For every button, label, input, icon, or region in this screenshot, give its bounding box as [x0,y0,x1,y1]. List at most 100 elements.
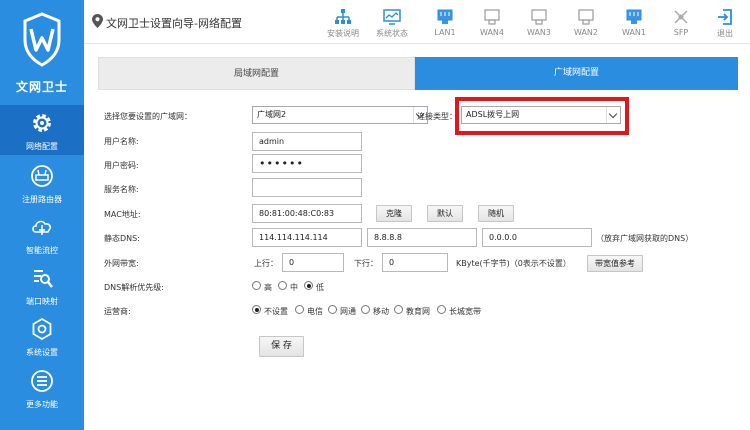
isp-netcom-radio[interactable] [328,305,337,314]
settings-icon [32,317,52,341]
sidebar-item-flow-control[interactable]: 智能流控 [0,209,84,259]
wan-select-label: 选择您要设置的广域网： [104,112,192,121]
logout-icon [718,9,732,25]
network-topology-icon [335,9,351,24]
gear-icon [33,114,51,132]
username-input[interactable]: admin [252,132,362,151]
sidebar-item-label: 端口映射 [26,297,58,306]
priority-low-radio[interactable] [304,281,313,290]
toolbar-label: 安装说明 [327,29,359,38]
monitor-icon [383,9,401,25]
wan-port-icon [626,9,642,24]
isp-option-label: 网通 [340,307,356,316]
toolbar-label: SFP [673,28,689,37]
sidebar-item-label: 更多功能 [26,400,58,409]
mac-label: MAC地址: [104,210,141,219]
sidebar-item-port-mapping[interactable]: 端口映射 [0,260,84,310]
sfp-icon [674,10,688,24]
toolbar-wan3[interactable]: WAN3 [520,8,558,38]
router-icon [31,165,53,187]
sidebar-item-label: 注册路由器 [22,195,62,204]
isp-option-label: 移动 [373,307,389,316]
toolbar-label: WAN2 [573,28,599,37]
sidebar-item-label: 系统设置 [26,348,58,357]
sidebar-item-register-router[interactable]: 注册路由器 [0,158,84,208]
isp-option-label: 教育网 [406,307,430,316]
flow-control-icon [32,220,52,235]
port-mapping-icon [34,270,53,288]
isp-mobile-radio[interactable] [361,305,370,314]
sidebar-item-network-config[interactable]: 网络配置 [0,105,84,155]
download-label: 下行： [354,259,378,268]
service-name-input[interactable] [252,178,362,197]
header: 文网卫士设置向导-网络配置 安装说明 系统状态 LAN1 WAN4 WAN3 W… [84,0,750,44]
sidebar-item-system-settings[interactable]: 系统设置 [0,311,84,361]
isp-option-label: 不设置 [264,307,288,316]
app-window: 文网卫士 网络配置 注册路由器 智能流控 端口映射 系统设置 更多功能 文网卫士… [0,0,750,430]
upload-input[interactable]: 0 [282,253,344,272]
config-tabs: 局域网配置 广域网配置 [98,57,738,90]
toolbar-sfp[interactable]: SFP [662,8,700,38]
username-label: 用户名称: [104,137,139,146]
wan-port-icon [484,9,500,25]
lan-port-icon [437,9,453,24]
highlight-box [455,97,629,135]
toolbar-label: WAN4 [479,28,505,37]
location-pin-icon [92,14,103,28]
wan-select[interactable]: 广域网2 [252,106,428,124]
sidebar-item-more[interactable]: 更多功能 [0,363,84,413]
isp-edu-radio[interactable] [394,305,403,314]
logo-text: 文网卫士 [15,80,68,94]
toolbar-label: WAN3 [526,28,552,37]
toolbar-label: 退出 [717,29,733,38]
app-logo: 文网卫士 [0,0,84,100]
wan-port-icon [531,9,547,25]
toolbar-label: WAN1 [621,28,647,37]
upload-label: 上行： [254,259,278,268]
sidebar-item-label: 智能流控 [26,246,58,255]
bandwidth-note: KByte(千字节)（0表示不设置） [456,259,571,268]
priority-high-radio[interactable] [252,281,261,290]
clone-mac-button[interactable]: 克隆 [376,205,412,222]
isp-none-radio[interactable] [252,305,261,314]
tab-lan-config[interactable]: 局域网配置 [98,57,415,90]
isp-great-wall-radio[interactable] [437,305,446,314]
conn-type-label: 连接类型： [417,112,457,121]
priority-option-label: 高 [264,283,272,292]
wan-port-icon [578,9,594,25]
toolbar-label: LAN1 [434,28,456,37]
page-title: 文网卫士设置向导-网络配置 [106,17,242,30]
default-mac-button[interactable]: 默认 [427,205,463,222]
dns-note: （放弃广域网获取的DNS） [596,234,694,243]
main-content: 文网卫士设置向导-网络配置 安装说明 系统状态 LAN1 WAN4 WAN3 W… [84,0,750,430]
toolbar-logout[interactable]: 退出 [706,8,744,38]
toolbar-label: 系统状态 [376,29,408,38]
save-button[interactable]: 保 存 [259,336,304,357]
priority-medium-radio[interactable] [278,281,287,290]
dns3-input[interactable]: 0.0.0.0 [482,228,592,247]
more-menu-icon [31,370,53,392]
password-label: 用户密码: [104,161,139,170]
download-input[interactable]: 0 [382,253,448,272]
mac-input[interactable]: 80:81:00:48:C0:83 [252,204,362,223]
sidebar: 文网卫士 网络配置 注册路由器 智能流控 端口映射 系统设置 更多功能 [0,0,84,430]
priority-option-label: 低 [316,283,324,292]
toolbar-install-guide[interactable]: 安装说明 [324,8,362,38]
dns1-input[interactable]: 114.114.114.114 [252,228,362,247]
toolbar-wan4[interactable]: WAN4 [473,8,511,38]
password-input[interactable]: •••••• [252,154,362,173]
bandwidth-reference-button[interactable]: 带宽值参考 [587,255,643,272]
tab-wan-config[interactable]: 广域网配置 [415,57,738,90]
service-name-label: 服务名称: [104,185,139,194]
dns2-input[interactable]: 8.8.8.8 [367,228,477,247]
shield-logo-icon [23,12,61,67]
toolbar-wan1[interactable]: WAN1 [615,8,653,38]
toolbar-system-status[interactable]: 系统状态 [373,8,411,38]
bandwidth-label: 外网带宽: [104,259,139,268]
priority-option-label: 中 [290,283,298,292]
wan-select-value: 广域网2 [257,110,287,119]
toolbar-lan1[interactable]: LAN1 [426,8,464,38]
toolbar-wan2[interactable]: WAN2 [567,8,605,38]
isp-telecom-radio[interactable] [295,305,304,314]
random-mac-button[interactable]: 随机 [478,205,514,222]
